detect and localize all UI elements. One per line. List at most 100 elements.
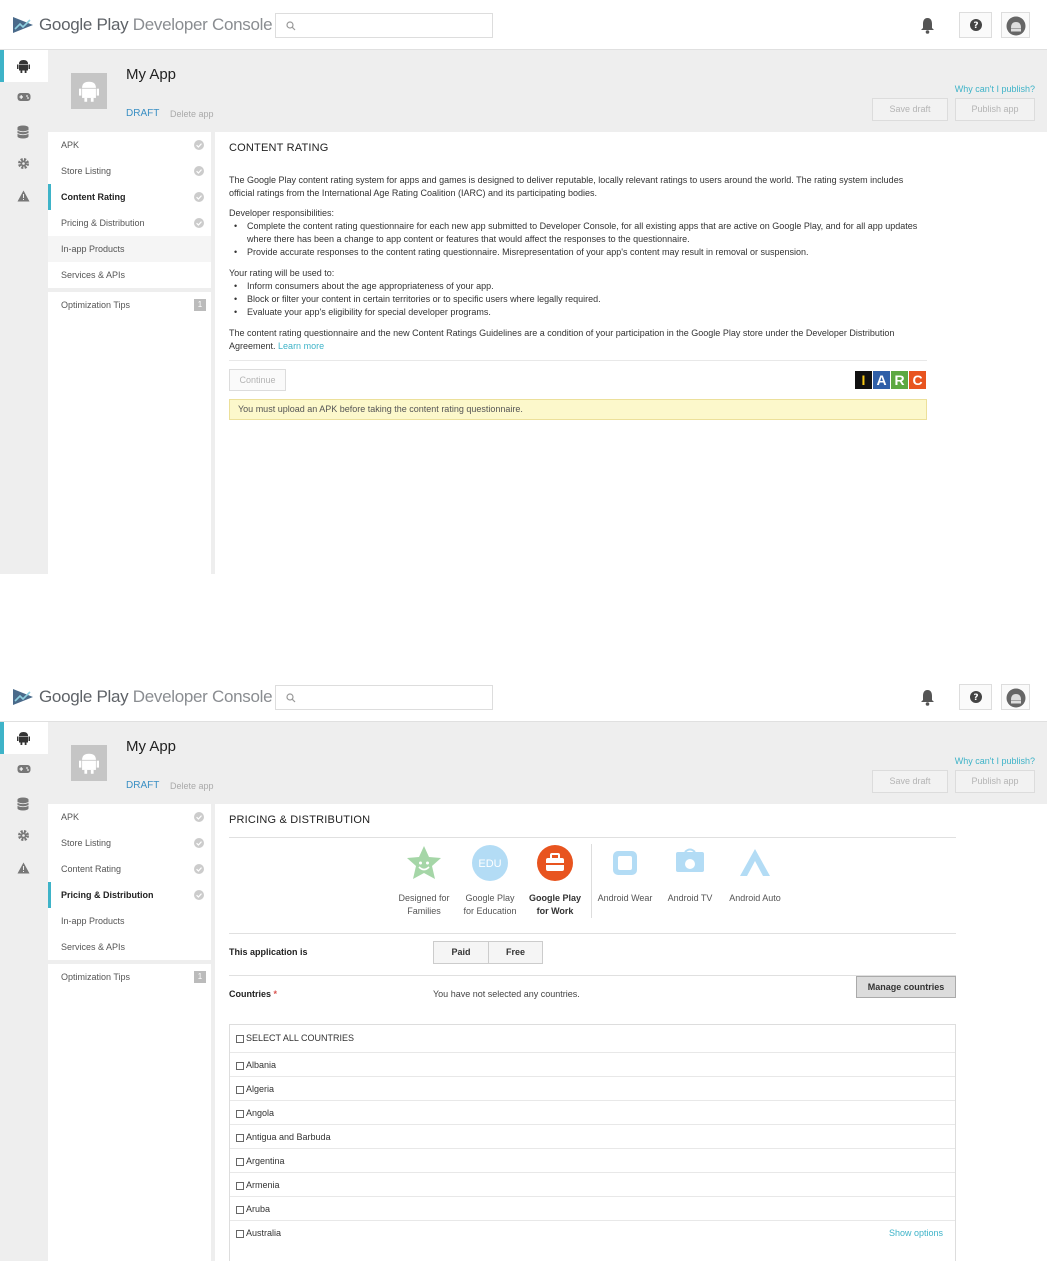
save-draft-button[interactable]: Save draft [872,770,948,793]
search-input[interactable] [275,13,493,38]
app-logo-text[interactable]: Google Play Developer Console [39,687,273,707]
country-row[interactable]: Albania [230,1053,955,1077]
manage-countries-button[interactable]: Manage countries [856,976,956,998]
help-button[interactable]: ? [959,12,992,38]
left-rail [0,722,48,1261]
divider [229,360,927,361]
nav-in-app-products[interactable]: In-app Products [48,908,211,934]
play-console-logo-icon [13,17,33,33]
checkbox[interactable] [236,1086,244,1094]
nav-store-listing[interactable]: Store Listing [48,830,211,856]
checkbox[interactable] [236,1062,244,1070]
free-option[interactable]: Free [489,942,542,963]
account-button[interactable] [1001,684,1030,710]
content-rating-screen: Google Play Developer Console ? My App D… [0,0,1047,574]
android-icon [17,732,30,745]
help-icon: ? [970,691,982,703]
nav-optimization-tips[interactable]: Optimization Tips 1 [48,964,211,990]
rating-usage: Your rating will be used to: Inform cons… [229,267,919,319]
nav-store-listing[interactable]: Store Listing [48,158,211,184]
checkbox[interactable] [236,1230,244,1238]
rail-all-apps[interactable] [0,50,48,82]
list-item: Provide accurate responses to the conten… [229,246,919,259]
show-options-link[interactable]: Show options [889,1228,943,1238]
list-item: Block or filter your content in certain … [229,293,919,306]
check-circle-icon [194,218,204,228]
nav-apk[interactable]: APK [48,804,211,830]
checkbox[interactable] [236,1206,244,1214]
country-row[interactable]: Antigua and Barbuda [230,1125,955,1149]
app-side-nav: APK Store Listing Content Rating Pricing… [48,132,211,574]
edu-icon: EDU [472,845,508,881]
notification-bell-icon[interactable] [920,689,935,706]
gamepad-icon [17,93,31,101]
continue-button[interactable]: Continue [229,369,286,391]
search-input[interactable] [275,685,493,710]
nav-in-app-products[interactable]: In-app Products [48,236,211,262]
rail-alerts[interactable] [0,181,48,213]
why-cant-publish-link[interactable]: Why can't I publish? [955,756,1035,766]
android-icon [79,81,99,102]
android-icon [17,60,30,73]
check-circle-icon [194,890,204,900]
country-row[interactable]: Angola [230,1101,955,1125]
play-console-logo-icon [13,689,33,705]
nav-pricing-distribution[interactable]: Pricing & Distribution [48,882,211,908]
check-circle-icon [194,166,204,176]
checkbox[interactable] [236,1182,244,1190]
nav-apk[interactable]: APK [48,132,211,158]
country-row[interactable]: Argentina [230,1149,955,1173]
svg-text:EDU: EDU [478,858,501,870]
nav-pricing-distribution[interactable]: Pricing & Distribution [48,210,211,236]
notification-bell-icon[interactable] [920,17,935,34]
country-row[interactable]: Aruba [230,1197,955,1221]
country-row[interactable]: Australia Show options [230,1221,955,1245]
rail-reports[interactable] [0,788,48,820]
work-briefcase-icon [537,845,573,881]
nav-optimization-tips[interactable]: Optimization Tips 1 [48,292,211,318]
app-logo-text[interactable]: Google Play Developer Console [39,15,273,35]
learn-more-link[interactable]: Learn more [278,341,324,351]
no-countries-text: You have not selected any countries. [433,989,580,999]
rail-settings[interactable] [0,148,48,180]
iarc-logo: IARC [855,371,927,389]
rail-all-apps[interactable] [0,722,48,754]
checkbox[interactable] [236,1134,244,1142]
list-item: Complete the content rating questionnair… [229,220,919,246]
iarc-letter: I [855,371,872,389]
publish-app-button[interactable]: Publish app [955,98,1035,121]
checkbox[interactable] [236,1035,244,1043]
iarc-letter: C [909,371,926,389]
rail-settings[interactable] [0,820,48,852]
rail-game-services[interactable] [0,754,48,786]
delete-app-link[interactable]: Delete app [170,109,214,119]
nav-services-apis[interactable]: Services & APIs [48,934,211,960]
paid-option[interactable]: Paid [434,942,489,963]
apk-required-notice: You must upload an APK before taking the… [229,399,927,420]
save-draft-button[interactable]: Save draft [872,98,948,121]
publish-app-button[interactable]: Publish app [955,770,1035,793]
rail-game-services[interactable] [0,82,48,114]
help-button[interactable]: ? [959,684,992,710]
checkbox[interactable] [236,1110,244,1118]
app-side-nav: APK Store Listing Content Rating Pricing… [48,804,211,1261]
rail-reports[interactable] [0,116,48,148]
pricing-distribution-panel: PRICING & DISTRIBUTION Designed for Famil… [215,804,1047,1261]
top-bar: Google Play Developer Console ? [0,0,1047,50]
rail-alerts[interactable] [0,853,48,885]
iarc-letter: A [873,371,890,389]
nav-content-rating[interactable]: Content Rating [48,184,211,210]
database-icon [17,125,29,139]
country-row[interactable]: Algeria [230,1077,955,1101]
country-list: SELECT ALL COUNTRIES Albania Algeria Ang… [229,1024,956,1261]
nav-services-apis[interactable]: Services & APIs [48,262,211,288]
draft-status: DRAFT [126,780,160,791]
country-row[interactable]: Armenia [230,1173,955,1197]
account-button[interactable] [1001,12,1030,38]
divider [229,837,956,838]
checkbox[interactable] [236,1158,244,1166]
select-all-countries-row[interactable]: SELECT ALL COUNTRIES [230,1025,955,1053]
why-cant-publish-link[interactable]: Why can't I publish? [955,84,1035,94]
nav-content-rating[interactable]: Content Rating [48,856,211,882]
delete-app-link[interactable]: Delete app [170,781,214,791]
